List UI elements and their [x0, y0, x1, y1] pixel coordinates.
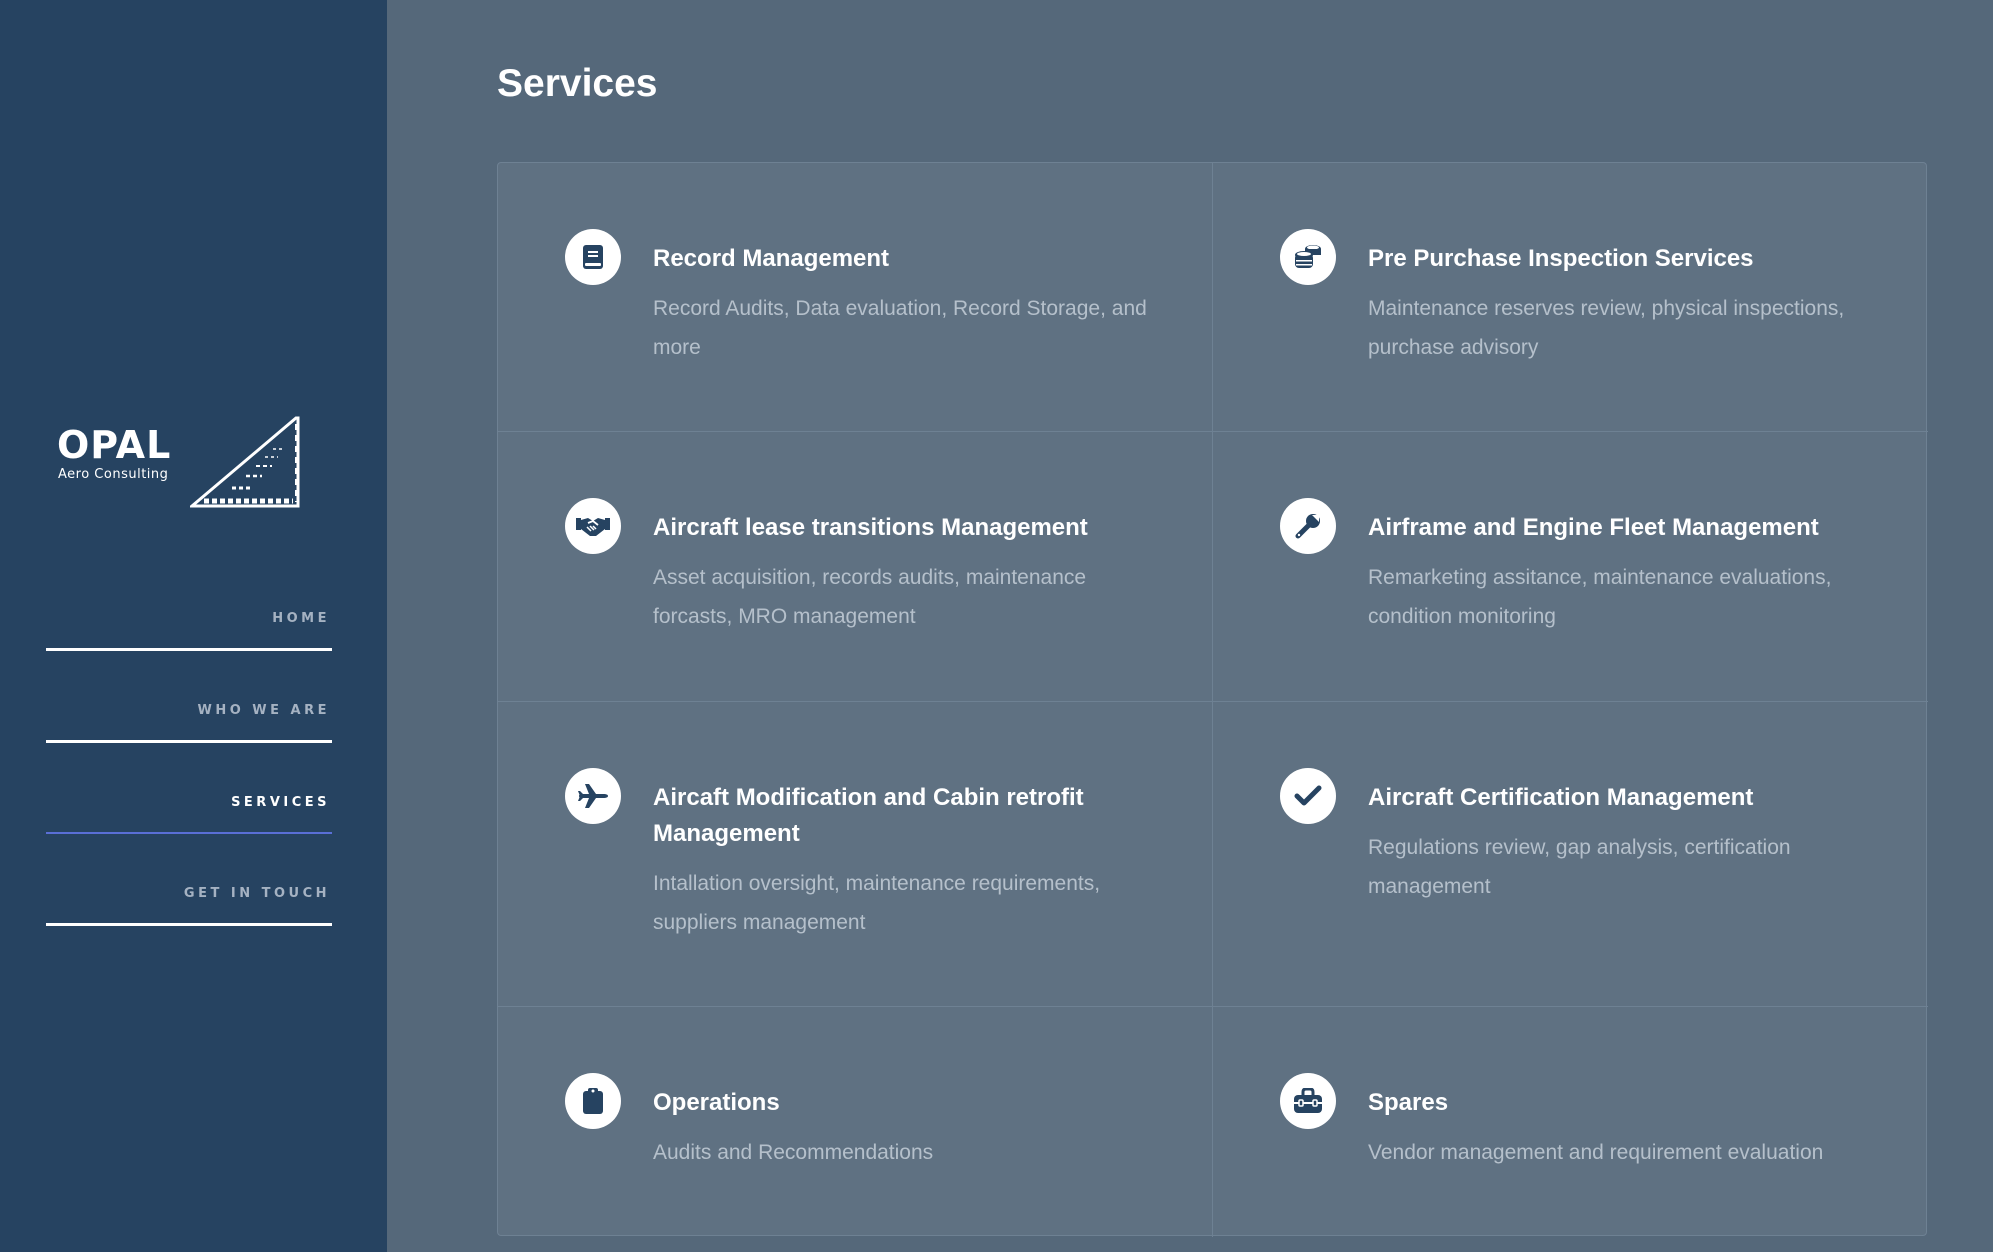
- service-title: Aircaft Modification and Cabin retrofit …: [653, 784, 1084, 847]
- service-description: Audits and Recommendations: [653, 1141, 934, 1164]
- service-title: Aircraft lease transitions Management: [653, 514, 1088, 541]
- check-icon: [1280, 768, 1336, 824]
- service-description: Vendor management and requirement evalua…: [1368, 1141, 1824, 1164]
- clipboard-icon: [565, 1073, 621, 1129]
- service-card-spares: Spares Vendor management and requirement…: [1213, 1007, 1928, 1237]
- opal-logo[interactable]: OPAL Aero Consulting: [55, 412, 305, 512]
- service-title: Pre Purchase Inspection Services: [1368, 245, 1754, 272]
- service-card-operations: Operations Audits and Recommendations: [498, 1007, 1213, 1237]
- runway-logo-icon: [190, 416, 300, 508]
- service-card-record-management: Record Management Record Audits, Data ev…: [498, 163, 1213, 432]
- service-card-fleet-management: Airframe and Engine Fleet Management Rem…: [1213, 432, 1928, 702]
- service-card-cabin-retrofit: Aircaft Modification and Cabin retrofit …: [498, 702, 1213, 1007]
- services-grid: Record Management Record Audits, Data ev…: [497, 162, 1928, 1237]
- logo-tagline: Aero Consulting: [58, 467, 169, 482]
- service-title: Record Management: [653, 245, 890, 272]
- coins-icon: [1280, 229, 1336, 285]
- plane-icon: [565, 768, 621, 824]
- page-title: Services: [497, 62, 658, 105]
- service-description: Record Audits, Data evaluation, Record S…: [653, 297, 1147, 359]
- nav-item-label: WHO WE ARE: [197, 703, 330, 718]
- nav-item-label: HOME: [272, 611, 330, 626]
- service-title: Operations: [653, 1089, 780, 1116]
- book-icon: [565, 229, 621, 285]
- service-title: Aircraft Certification Management: [1368, 784, 1754, 811]
- logo-wordmark: OPAL: [57, 423, 172, 467]
- service-description: Regulations review, gap analysis, certif…: [1368, 836, 1791, 898]
- handshake-icon: [565, 498, 621, 554]
- nav-item-label: GET IN TOUCH: [183, 886, 330, 901]
- nav-item-who-we-are[interactable]: WHO WE ARE: [46, 680, 332, 743]
- service-description: Remarketing assitance, maintenance evalu…: [1368, 566, 1832, 628]
- main-nav: HOME WHO WE ARE SERVICES GET IN TOUCH: [46, 588, 332, 955]
- sidebar: OPAL Aero Consulting HOME WHO WE ARE SER…: [0, 0, 387, 1252]
- nav-item-get-in-touch[interactable]: GET IN TOUCH: [46, 863, 332, 926]
- service-card-certification: Aircraft Certification Management Regula…: [1213, 702, 1928, 1007]
- service-description: Maintenance reserves review, physical in…: [1368, 297, 1845, 359]
- service-title: Airframe and Engine Fleet Management: [1368, 514, 1819, 541]
- toolbox-icon: [1280, 1073, 1336, 1129]
- service-description: Asset acquisition, records audits, maint…: [653, 566, 1087, 628]
- wrench-icon: [1280, 498, 1336, 554]
- service-card-pre-purchase-inspection: Pre Purchase Inspection Services Mainten…: [1213, 163, 1928, 432]
- service-title: Spares: [1368, 1089, 1449, 1116]
- service-card-lease-transitions: Aircraft lease transitions Management As…: [498, 432, 1213, 702]
- nav-item-home[interactable]: HOME: [46, 588, 332, 651]
- service-description: Intallation oversight, maintenance requi…: [653, 872, 1101, 934]
- nav-item-services[interactable]: SERVICES: [46, 772, 332, 834]
- nav-item-label: SERVICES: [231, 795, 330, 810]
